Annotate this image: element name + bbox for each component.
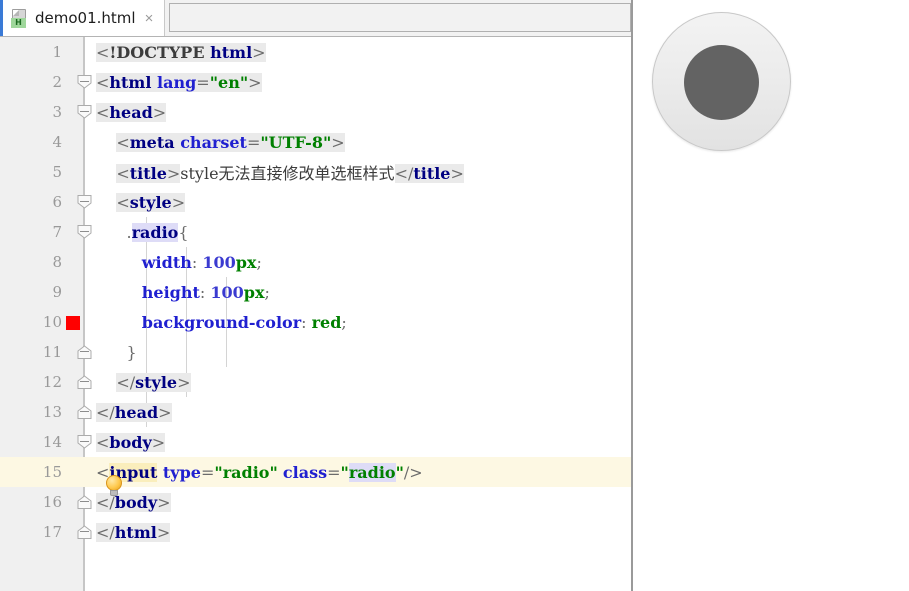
html-file-icon-badge: H: [11, 17, 26, 28]
line-number: 5: [52, 163, 62, 181]
browser-preview-pane: [635, 0, 909, 591]
fold-close-icon[interactable]: [77, 345, 92, 359]
fold-open-icon[interactable]: [77, 105, 92, 119]
fold-open-icon[interactable]: [77, 435, 92, 449]
code-line[interactable]: 10 background-color: red;: [0, 307, 631, 337]
code-editor-pane: H demo01.html × 1 <!DOCTYPE html> 2 <htm…: [0, 0, 633, 591]
fold-open-icon[interactable]: [77, 195, 92, 209]
radio-input-preview[interactable]: [652, 12, 791, 151]
fold-open-icon[interactable]: [77, 75, 92, 89]
lightbulb-icon[interactable]: [104, 475, 124, 499]
line-number: 8: [52, 253, 62, 271]
line-number: 16: [42, 493, 62, 511]
gutter-slot: [66, 307, 84, 337]
line-number: 4: [52, 133, 62, 151]
fold-close-icon[interactable]: [77, 525, 92, 539]
html-file-icon: H: [11, 8, 28, 28]
code-line[interactable]: 1 <!DOCTYPE html>: [0, 37, 631, 67]
gutter-slot: [66, 37, 84, 67]
fold-close-icon[interactable]: [77, 375, 92, 389]
fold-open-icon[interactable]: [77, 225, 92, 239]
color-swatch-icon[interactable]: [66, 316, 80, 330]
fold-close-icon[interactable]: [77, 405, 92, 419]
editor-tabbar: H demo01.html ×: [0, 0, 631, 37]
fold-close-icon[interactable]: [77, 495, 92, 509]
line-number: 17: [42, 523, 62, 541]
line-number: 2: [52, 73, 62, 91]
line-number: 12: [42, 373, 62, 391]
close-icon[interactable]: ×: [143, 11, 156, 26]
code-text: <html lang="en">: [96, 72, 262, 92]
code-text: <style>: [116, 192, 186, 212]
tab-demo01-html[interactable]: H demo01.html ×: [0, 0, 166, 36]
line-number: 6: [52, 193, 62, 211]
line-number: 7: [52, 223, 62, 241]
code-text: <!DOCTYPE html>: [96, 42, 266, 62]
app-root: H demo01.html × 1 <!DOCTYPE html> 2 <htm…: [0, 0, 909, 591]
code-line[interactable]: 2 <html lang="en">: [0, 67, 631, 97]
radio-dot: [683, 44, 759, 120]
line-number: 15: [42, 463, 62, 481]
line-number: 11: [42, 343, 62, 361]
line-number: 9: [52, 283, 62, 301]
line-number: 10: [42, 313, 62, 331]
code-line[interactable]: 6 <style>: [0, 187, 631, 217]
tabbar-empty-area: [169, 3, 631, 32]
line-number: 13: [42, 403, 62, 421]
code-text: <input type="radio" class="radio"/>: [96, 462, 423, 482]
line-number: 1: [52, 43, 62, 61]
code-text: background-color: red;: [141, 312, 347, 332]
code-text: <title>style无法直接修改单选框样式</title>: [116, 164, 464, 183]
editor-body[interactable]: 1 <!DOCTYPE html> 2 <html lang="en"> 3 <…: [0, 37, 631, 591]
code-lines: 1 <!DOCTYPE html> 2 <html lang="en"> 3 <…: [0, 37, 631, 547]
line-number: 3: [52, 103, 62, 121]
tab-label: demo01.html: [35, 9, 136, 27]
line-number: 14: [42, 433, 62, 451]
